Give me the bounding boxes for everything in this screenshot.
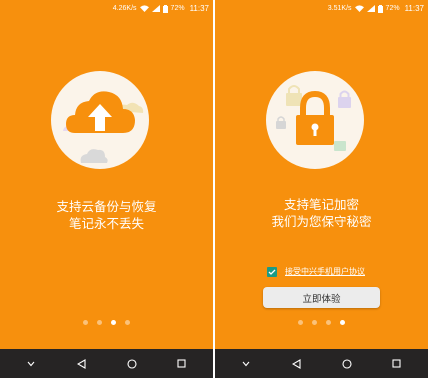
user-agreement-link[interactable]: 接受中兴手机用户协议 [285,266,365,277]
page-dot [312,320,317,325]
page-dot [125,320,130,325]
status-bar: 3.51K/s 72% 11:37 [215,0,428,17]
navigation-bar [215,349,428,378]
network-speed: 3.51K/s [327,5,352,12]
battery-percent: 72% [385,5,400,12]
agreement-checkbox[interactable] [267,266,277,277]
page-dot [326,320,331,325]
status-bar: 4.26K/s 72% 11:37 [0,0,213,17]
recents-icon[interactable] [172,354,192,374]
signal-icon [366,5,375,12]
feature-title-line1: 支持云备份与恢复 [56,199,157,214]
signal-icon [151,5,160,12]
page-dot-active [111,320,116,325]
page-dot [83,320,88,325]
home-icon[interactable] [122,354,142,374]
feature-title-line2: 我们为您保守秘密 [271,214,372,229]
page-indicator [215,320,428,325]
back-icon[interactable] [71,354,91,374]
start-now-button[interactable]: 立即体验 [263,287,380,308]
battery-percent: 72% [170,5,185,12]
chevron-down-icon[interactable] [21,354,41,374]
battery-icon [377,4,383,13]
padlock-icon [266,71,364,169]
checkmark-icon [268,269,276,275]
onboarding-screen-encryption: 3.51K/s 72% 11:37 支持笔记加密 我们为您保守秘密 接受中兴手机… [215,0,428,378]
feature-title-line1: 支持笔记加密 [283,197,359,212]
feature-title-line2: 笔记永不丢失 [68,216,144,231]
recents-icon[interactable] [387,354,407,374]
page-dot-active [340,320,345,325]
cloud-upload-icon [51,71,149,169]
agreement-row: 接受中兴手机用户协议 [267,266,365,277]
back-icon[interactable] [286,354,306,374]
wifi-icon [139,5,149,12]
page-dot [298,320,303,325]
cloud-backup-illustration [51,71,149,169]
encryption-illustration [266,71,364,169]
navigation-bar [0,349,213,378]
page-dot [97,320,102,325]
battery-icon [162,4,168,13]
clock: 11:37 [189,4,209,13]
page-indicator [0,320,213,325]
clock: 11:37 [404,4,424,13]
home-icon[interactable] [337,354,357,374]
wifi-icon [354,5,364,12]
chevron-down-icon[interactable] [236,354,256,374]
onboarding-screen-backup: 4.26K/s 72% 11:37 支持云备份与恢复 笔记永不丢失 [0,0,213,378]
network-speed: 4.26K/s [112,5,137,12]
